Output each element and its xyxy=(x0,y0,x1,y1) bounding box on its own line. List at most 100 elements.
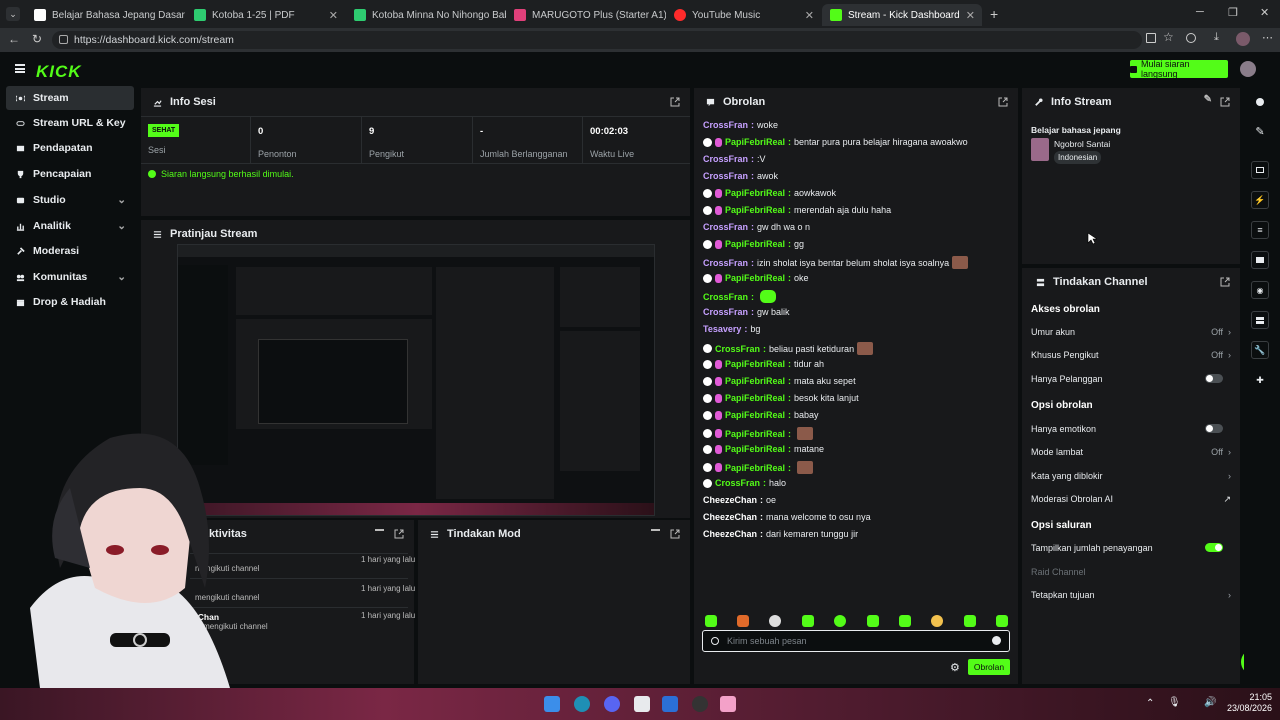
chat-username[interactable]: PapiFebriReal xyxy=(725,273,785,283)
volume-icon[interactable]: 🔊 xyxy=(1204,697,1216,708)
popout-icon[interactable] xyxy=(670,529,680,539)
maximize-icon[interactable]: ❐ xyxy=(1228,6,1238,19)
browser-tab-5[interactable]: Stream - Kick Dashboard ✕ xyxy=(822,4,982,26)
info-icon[interactable] xyxy=(1251,93,1269,111)
emotes-only-toggle[interactable] xyxy=(1205,424,1223,433)
chat-username[interactable]: CheezeChan xyxy=(703,495,757,505)
chat-send-button[interactable]: Obrolan xyxy=(968,659,1010,675)
chat-username[interactable]: CrossFran xyxy=(703,120,748,130)
server-icon[interactable] xyxy=(1251,311,1269,329)
chat-username[interactable]: PapiFebriReal xyxy=(725,205,785,215)
more-tools-icon[interactable]: ✚ xyxy=(1251,371,1269,389)
chat-username[interactable]: PapiFebriReal xyxy=(725,429,785,439)
site-info-icon[interactable] xyxy=(59,35,68,44)
panel-toggle-icon[interactable] xyxy=(1251,161,1269,179)
emote-icon[interactable] xyxy=(802,615,814,627)
discord-icon[interactable] xyxy=(604,696,620,712)
lightning-icon[interactable]: ⚡ xyxy=(1251,191,1269,209)
edit-pencil-icon[interactable]: ✎ xyxy=(1251,122,1269,140)
start-menu-icon[interactable] xyxy=(544,696,560,712)
wrench-icon[interactable]: 🔧 xyxy=(1251,341,1269,359)
chat-username[interactable]: CrossFran xyxy=(703,171,748,181)
followers-only-setting[interactable]: Khusus Pengikut Off › xyxy=(1031,350,1231,360)
chat-username[interactable]: Tesavery xyxy=(703,324,741,334)
sidebar-item-drop-hadiah[interactable]: Drop & Hadiah xyxy=(6,290,134,314)
set-goal-setting[interactable]: Tetapkan tujuan › xyxy=(1031,590,1231,600)
go-live-button[interactable]: Mulai siaran langsung xyxy=(1130,59,1228,79)
url-field[interactable]: https://dashboard.kick.com/stream xyxy=(52,31,1142,49)
slow-mode-setting[interactable]: Mode lambat Off › xyxy=(1031,447,1231,457)
back-icon[interactable]: ← xyxy=(8,32,20,46)
show-viewers-toggle[interactable] xyxy=(1205,543,1223,552)
download-icon[interactable]: ⤓ xyxy=(1214,31,1219,44)
chat-username[interactable]: CrossFran xyxy=(703,222,748,232)
sidebar-item-stream[interactable]: Stream xyxy=(6,86,134,110)
close-tab-icon[interactable]: ✕ xyxy=(329,9,338,22)
reload-icon[interactable]: ↻ xyxy=(32,32,42,46)
emote-icon[interactable] xyxy=(964,615,976,627)
kick-logo[interactable]: KICK xyxy=(36,62,82,82)
emote-icon[interactable] xyxy=(899,615,911,627)
microphone-icon[interactable]: 🎙 xyxy=(1168,697,1181,708)
chat-bubble-icon[interactable] xyxy=(1251,251,1269,269)
tab-list-chevron-icon[interactable]: ⌄ xyxy=(6,7,20,21)
browser-tab-4[interactable]: YouTube Music ✕ xyxy=(666,4,822,26)
profile-avatar[interactable] xyxy=(1236,32,1250,46)
emote-icon[interactable] xyxy=(996,615,1008,627)
chat-username[interactable]: CrossFran xyxy=(715,344,760,354)
popout-icon[interactable] xyxy=(670,97,680,107)
chat-username[interactable]: PapiFebriReal xyxy=(725,463,785,473)
sidebar-item-analitik[interactable]: Analitik ⌄ xyxy=(6,214,134,238)
chat-username[interactable]: PapiFebriReal xyxy=(725,188,785,198)
emote-icon[interactable] xyxy=(834,615,846,627)
user-avatar[interactable] xyxy=(1240,61,1256,77)
chat-username[interactable]: PapiFebriReal xyxy=(725,376,785,386)
popout-icon[interactable] xyxy=(1220,97,1230,107)
minimize-icon[interactable]: ─ xyxy=(1196,6,1204,18)
chat-username[interactable]: CrossFran xyxy=(703,292,748,302)
broadcast-icon[interactable]: ◉ xyxy=(1251,281,1269,299)
chat-username[interactable]: CrossFran xyxy=(703,154,748,164)
chat-username[interactable]: CheezeChan xyxy=(703,529,757,539)
more-menu-icon[interactable]: ⋯ xyxy=(1262,31,1273,44)
sidebar-item-komunitas[interactable]: Komunitas ⌄ xyxy=(6,265,134,289)
chat-username[interactable]: CheezeChan xyxy=(703,512,757,522)
chat-input[interactable]: Kirim sebuah pesan xyxy=(702,630,1010,652)
chat-username[interactable]: PapiFebriReal xyxy=(725,239,785,249)
popout-icon[interactable] xyxy=(998,97,1008,107)
sidebar-item-moderasi[interactable]: Moderasi xyxy=(6,239,134,263)
chat-settings-gear-icon[interactable]: ⚙ xyxy=(950,661,960,674)
popout-icon[interactable] xyxy=(394,529,404,539)
sidebar-item-pendapatan[interactable]: Pendapatan xyxy=(6,136,134,160)
app-icon[interactable] xyxy=(720,696,736,712)
emote-icon[interactable] xyxy=(867,615,879,627)
chat-username[interactable]: PapiFebriReal xyxy=(725,410,785,420)
sidebar-item-studio[interactable]: Studio ⌄ xyxy=(6,188,134,212)
emote-icon[interactable] xyxy=(931,615,943,627)
browser-tab-0[interactable]: Belajar Bahasa Jepang Dasar✕ xyxy=(26,4,186,26)
ai-moderation-setting[interactable]: Moderasi Obrolan AI ↗ xyxy=(1031,494,1231,504)
chat-username[interactable]: PapiFebriReal xyxy=(725,444,785,454)
close-tab-icon[interactable]: ✕ xyxy=(805,9,814,22)
emote-icon[interactable] xyxy=(769,615,781,627)
chat-user-icon[interactable] xyxy=(711,637,719,645)
close-tab-icon[interactable]: ✕ xyxy=(966,9,975,22)
emote-icon[interactable] xyxy=(705,615,717,627)
edge-browser-icon[interactable] xyxy=(574,696,590,712)
filter-icon[interactable] xyxy=(375,529,384,538)
hamburger-menu-icon[interactable] xyxy=(15,64,25,73)
chat-username[interactable]: CrossFran xyxy=(715,478,760,488)
file-explorer-icon[interactable] xyxy=(634,696,650,712)
browser-tab-1[interactable]: Kotoba 1-25 | PDF ✕ xyxy=(186,4,346,26)
new-tab-icon[interactable]: + xyxy=(990,6,998,22)
store-icon[interactable] xyxy=(662,696,678,712)
chat-username[interactable]: PapiFebriReal xyxy=(725,359,785,369)
filter-icon[interactable] xyxy=(651,529,660,538)
subscribers-only-toggle[interactable] xyxy=(1205,374,1223,383)
sidebar-item-pencapaian[interactable]: Pencapaian xyxy=(6,162,134,186)
tray-chevron-icon[interactable]: ⌃ xyxy=(1146,698,1154,709)
window-close-icon[interactable]: ✕ xyxy=(1260,6,1269,19)
emoji-picker-icon[interactable] xyxy=(992,636,1001,645)
favorite-star-icon[interactable]: ☆ xyxy=(1163,30,1174,44)
chat-username[interactable]: CrossFran xyxy=(703,307,748,317)
